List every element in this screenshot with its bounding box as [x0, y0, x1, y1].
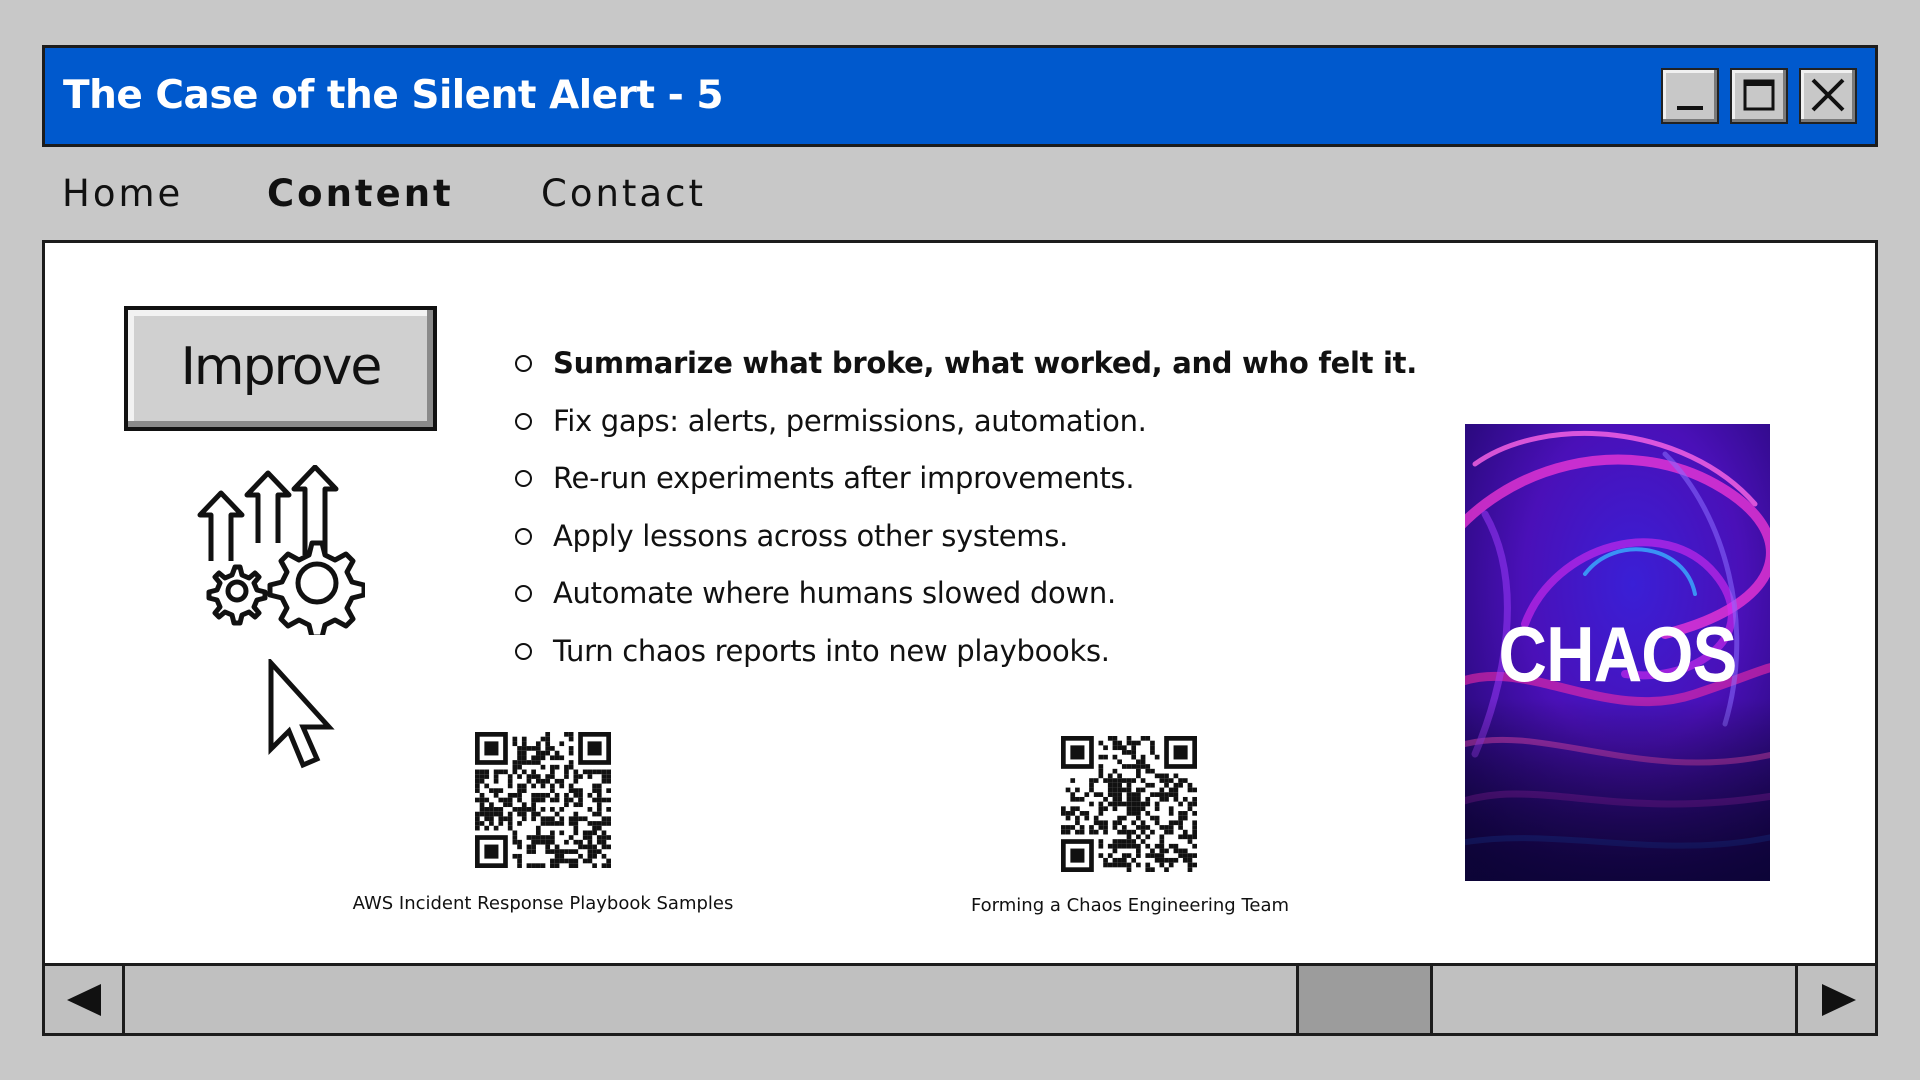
- scroll-left-button[interactable]: [45, 966, 125, 1033]
- minimize-button[interactable]: [1661, 68, 1719, 124]
- menu-home[interactable]: Home: [62, 172, 183, 215]
- qr-caption: AWS Incident Response Playbook Samples: [352, 893, 734, 914]
- horizontal-scrollbar[interactable]: [42, 963, 1878, 1036]
- right-arrow-icon: [1822, 984, 1856, 1016]
- list-item: Turn chaos reports into new playbooks.: [515, 631, 1417, 689]
- maximize-icon: [1743, 79, 1775, 111]
- bullet-list: Summarize what broke, what worked, and w…: [515, 343, 1417, 689]
- window-title: The Case of the Silent Alert - 5: [63, 73, 723, 118]
- window-title-bar: The Case of the Silent Alert - 5: [42, 45, 1878, 147]
- list-item: Apply lessons across other systems.: [515, 516, 1417, 574]
- qr-code-chaos-team[interactable]: [1061, 736, 1197, 872]
- close-icon: [1811, 78, 1845, 112]
- scroll-thumb[interactable]: [1296, 966, 1433, 1033]
- maximize-button[interactable]: [1730, 68, 1788, 124]
- qr-code-aws-playbook[interactable]: [475, 732, 611, 868]
- content-panel: Improve Summarize what broke, what worke…: [42, 240, 1878, 966]
- qr-caption: Forming a Chaos Engineering Team: [970, 895, 1290, 916]
- list-item: Fix gaps: alerts, permissions, automatio…: [515, 401, 1417, 459]
- menu-contact[interactable]: Contact: [541, 172, 706, 215]
- left-arrow-icon: [67, 984, 101, 1016]
- menu-content[interactable]: Content: [267, 172, 454, 215]
- mouse-cursor-icon: [268, 659, 335, 769]
- chaos-cover-image: CHAOS: [1465, 424, 1770, 881]
- improve-button[interactable]: Improve: [124, 306, 437, 431]
- list-item: Re-run experiments after improvements.: [515, 458, 1417, 516]
- close-button[interactable]: [1799, 68, 1857, 124]
- chaos-image-text: CHAOS: [1498, 610, 1738, 698]
- scroll-right-button[interactable]: [1795, 966, 1875, 1033]
- minimize-icon: [1677, 106, 1703, 110]
- improvement-gears-arrows-icon: [197, 465, 365, 635]
- list-item: Automate where humans slowed down.: [515, 573, 1417, 631]
- list-item: Summarize what broke, what worked, and w…: [515, 343, 1417, 401]
